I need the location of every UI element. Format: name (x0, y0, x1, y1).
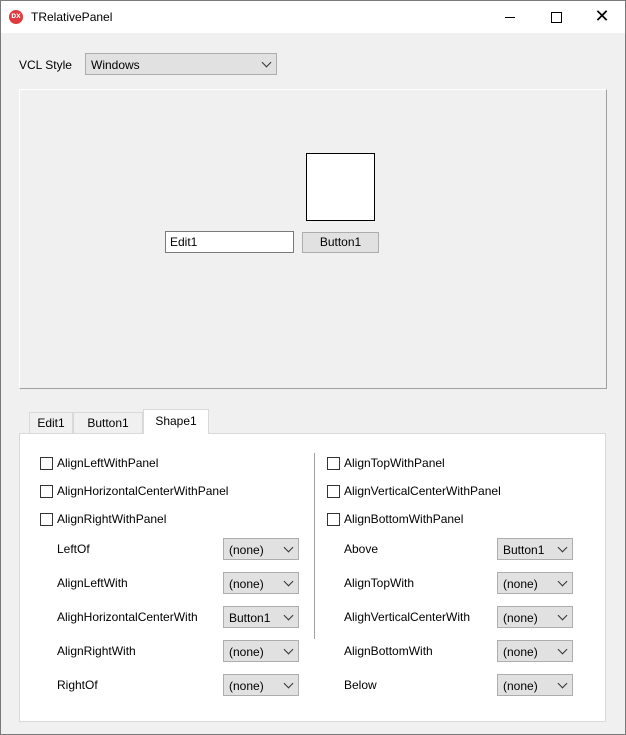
label-align-right-with: AlignRightWith (57, 644, 136, 658)
column-divider (314, 453, 315, 639)
label-align-top-with: AlignTopWith (344, 576, 415, 590)
edit1-input[interactable]: Edit1 (165, 231, 294, 253)
select-align-top-with[interactable]: (none) (497, 572, 573, 594)
chevron-down-icon (283, 678, 294, 689)
select-align-left-with[interactable]: (none) (223, 572, 299, 594)
label-align-bottom-with: AlignBottomWith (344, 644, 433, 658)
checkbox-align-bottom-with-panel[interactable]: AlignBottomWithPanel (327, 512, 463, 526)
select-value: (none) (229, 543, 264, 557)
checkbox-align-right-with-panel[interactable]: AlignRightWithPanel (40, 512, 166, 526)
label-left-of: LeftOf (57, 542, 90, 556)
vcl-style-value: Windows (91, 58, 140, 72)
select-align-vertical-center-with[interactable]: (none) (497, 606, 573, 628)
minimize-button[interactable] (487, 1, 533, 33)
chevron-down-icon (557, 610, 568, 621)
label-above: Above (344, 542, 379, 556)
checkbox-align-vertical-center-with-panel[interactable]: AlignVerticalCenterWithPanel (327, 484, 501, 498)
vcl-style-label: VCL Style (19, 58, 72, 72)
checkbox-box[interactable] (40, 456, 53, 470)
select-above[interactable]: Button1 (497, 538, 573, 560)
label-align-left-with: AlignLeftWith (57, 576, 128, 590)
checkbox-label: AlignBottomWithPanel (344, 512, 464, 526)
checkbox-label: AlignVerticalCenterWithPanel (344, 484, 501, 498)
chevron-down-icon (557, 576, 568, 587)
checkbox-box[interactable] (327, 456, 340, 470)
title-bar[interactable]: DX TRelativePanel ✕ (1, 1, 625, 33)
label-below: Below (344, 678, 377, 692)
checkbox-box[interactable] (327, 512, 340, 526)
button1[interactable]: Button1 (302, 232, 379, 253)
chevron-down-icon (557, 542, 568, 553)
checkbox-label: AlignHorizontalCenterWithPanel (57, 484, 229, 498)
tab-shape1[interactable]: Shape1 (143, 409, 209, 434)
select-value: (none) (229, 679, 264, 693)
window-title: TRelativePanel (31, 10, 113, 24)
select-value: (none) (503, 679, 538, 693)
select-align-horizontal-center-with[interactable]: Button1 (223, 606, 299, 628)
chevron-down-icon (261, 57, 272, 68)
shape1[interactable] (306, 153, 375, 221)
checkbox-align-horizontal-center-with-panel[interactable]: AlignHorizontalCenterWithPanel (40, 484, 228, 498)
checkbox-label: AlignTopWithPanel (344, 456, 445, 470)
label-align-horizontal-center-with: AlighHorizontalCenterWith (57, 610, 198, 624)
select-left-of[interactable]: (none) (223, 538, 299, 560)
select-value: (none) (503, 611, 538, 625)
select-value: (none) (229, 577, 264, 591)
checkbox-align-top-with-panel[interactable]: AlignTopWithPanel (327, 456, 445, 470)
label-align-vertical-center-with: AlighVerticalCenterWith (344, 610, 471, 624)
app-logo-icon: DX (9, 10, 23, 24)
maximize-button[interactable] (533, 1, 579, 33)
close-button[interactable]: ✕ (579, 1, 625, 33)
chevron-down-icon (283, 542, 294, 553)
checkbox-align-left-with-panel[interactable]: AlignLeftWithPanel (40, 456, 158, 470)
select-value: (none) (229, 645, 264, 659)
maximize-icon (550, 11, 562, 23)
tab-button1[interactable]: Button1 (73, 412, 143, 433)
checkbox-box[interactable] (40, 484, 53, 498)
select-align-bottom-with[interactable]: (none) (497, 640, 573, 662)
chevron-down-icon (557, 678, 568, 689)
select-value: (none) (503, 577, 538, 591)
checkbox-label: AlignRightWithPanel (57, 512, 167, 526)
select-value: Button1 (229, 611, 271, 625)
chevron-down-icon (283, 576, 294, 587)
select-value: (none) (503, 645, 538, 659)
chevron-down-icon (283, 610, 294, 621)
select-right-of[interactable]: (none) (223, 674, 299, 696)
select-below[interactable]: (none) (497, 674, 573, 696)
select-value: Button1 (503, 543, 545, 557)
close-icon: ✕ (594, 6, 610, 27)
checkbox-box[interactable] (327, 484, 340, 498)
minimize-icon (505, 16, 515, 18)
label-right-of: RightOf (57, 678, 98, 692)
app-window: DX TRelativePanel ✕ VCL Style Windows Ed… (0, 0, 626, 735)
select-align-right-with[interactable]: (none) (223, 640, 299, 662)
chevron-down-icon (283, 644, 294, 655)
checkbox-box[interactable] (40, 512, 53, 526)
chevron-down-icon (557, 644, 568, 655)
tab-edit1[interactable]: Edit1 (29, 412, 73, 433)
checkbox-label: AlignLeftWithPanel (57, 456, 159, 470)
vcl-style-select[interactable]: Windows (85, 53, 277, 75)
